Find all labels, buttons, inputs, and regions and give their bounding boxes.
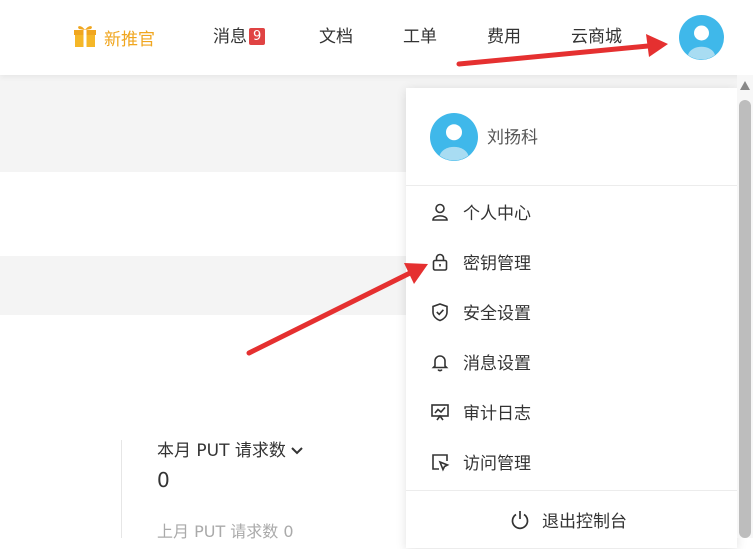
message-count-badge: 9 xyxy=(249,27,266,45)
gift-icon xyxy=(74,24,96,56)
nav-tickets[interactable]: 工单 xyxy=(403,24,437,50)
dropdown-user-header: 刘扬科 xyxy=(406,88,737,186)
menu-item-security[interactable]: 安全设置 xyxy=(406,287,737,337)
menu-item-label: 审计日志 xyxy=(463,404,531,424)
power-icon xyxy=(511,511,529,530)
nav-promo[interactable]: 新推官 xyxy=(74,24,155,50)
menu-item-access-management[interactable]: 访问管理 xyxy=(406,437,737,487)
chevron-down-icon xyxy=(290,441,304,461)
nav-billing[interactable]: 费用 xyxy=(487,24,521,50)
user-dropdown-menu: 刘扬科 个人中心 密钥管理 安全设置 消息设置 审计日志 访问管理 退出控制台 xyxy=(406,88,737,548)
menu-item-keys[interactable]: 密钥管理 xyxy=(406,237,737,287)
menu-item-label: 安全设置 xyxy=(463,304,531,324)
menu-item-notifications[interactable]: 消息设置 xyxy=(406,337,737,387)
menu-item-label: 访问管理 xyxy=(463,454,531,474)
logout-label: 退出控制台 xyxy=(542,512,627,532)
lock-icon xyxy=(432,253,448,271)
menu-item-label: 密钥管理 xyxy=(463,254,531,274)
nav-docs[interactable]: 文档 xyxy=(319,24,353,50)
nav-market[interactable]: 云商城 xyxy=(571,24,622,50)
stat-divider xyxy=(121,440,122,538)
page-scrollbar[interactable] xyxy=(737,75,753,538)
logout-button[interactable]: 退出控制台 xyxy=(406,490,737,549)
avatar-icon xyxy=(430,113,478,161)
access-cursor-icon xyxy=(432,454,450,472)
menu-item-audit-log[interactable]: 审计日志 xyxy=(406,387,737,437)
bell-icon xyxy=(431,355,449,372)
top-nav: 新推官 消息 9 文档 工单 费用 云商城 xyxy=(0,0,753,75)
stat-prev-month: 上月 PUT 请求数 0 xyxy=(157,522,294,541)
stat-put-requests-value: 0 xyxy=(157,468,170,492)
monitor-chart-icon xyxy=(431,404,449,421)
user-avatar-button[interactable] xyxy=(679,15,724,60)
menu-item-label: 个人中心 xyxy=(463,204,531,224)
nav-messages-label: 消息 xyxy=(213,27,247,47)
avatar-icon xyxy=(679,15,724,60)
scroll-up-arrow-icon[interactable] xyxy=(740,81,750,90)
nav-messages[interactable]: 消息 9 xyxy=(213,24,266,50)
dropdown-username: 刘扬科 xyxy=(487,128,538,148)
nav-promo-label: 新推官 xyxy=(104,30,155,50)
stat-put-requests-label[interactable]: 本月 PUT 请求数 xyxy=(157,436,304,461)
menu-item-profile[interactable]: 个人中心 xyxy=(406,187,737,237)
scrollbar-thumb[interactable] xyxy=(739,100,751,538)
stat-label-text: 本月 PUT 请求数 xyxy=(157,441,286,461)
shield-check-icon xyxy=(432,303,448,322)
user-icon xyxy=(432,203,448,221)
menu-item-label: 消息设置 xyxy=(463,354,531,374)
avatar xyxy=(430,113,478,161)
